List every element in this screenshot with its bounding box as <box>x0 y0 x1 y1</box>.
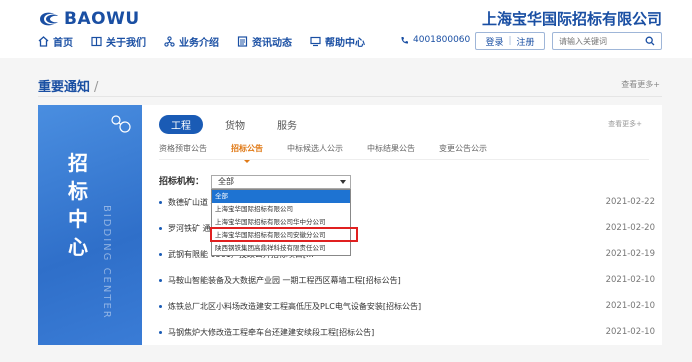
phone-number: 4001800060 <box>400 35 470 45</box>
org-select[interactable]: 全部 <box>211 175 351 189</box>
tab-engineering[interactable]: 工程 <box>159 115 203 134</box>
inner-view-more-link[interactable]: 查看更多+ <box>608 119 642 129</box>
notice-type-tabs: 资格预审公告 招标公告 中标候选人公示 中标结果公告 变更公告公示 <box>159 138 649 163</box>
phone-icon <box>401 36 408 44</box>
bidding-center-card: 招 标 中 心 BIDDING CENTER <box>38 105 142 345</box>
org-option[interactable]: 全部 <box>212 190 350 203</box>
card-char: 中 <box>68 207 88 231</box>
highlight-box <box>210 227 358 242</box>
network-icon <box>164 36 175 47</box>
subtab-changes[interactable]: 变更公告公示 <box>439 143 487 154</box>
subtab-prequalification[interactable]: 资格预审公告 <box>159 143 207 154</box>
register-link[interactable]: 注册 <box>517 35 535 48</box>
list-item[interactable]: 马钢焦炉大修改造工程牵车台还建建安续段工程[招标公告] 2021-02-10 <box>159 323 655 341</box>
notice-title[interactable]: 马鞍山智能装备及大数据产业园 一期工程西区幕墙工程[招标公告] <box>168 275 595 286</box>
card-char: 心 <box>68 235 88 259</box>
card-char: 标 <box>68 179 88 203</box>
section-title: 重要通知 / <box>38 76 98 95</box>
bullet-dot <box>159 330 162 334</box>
nav-label: 业务介绍 <box>179 38 219 49</box>
org-option[interactable]: 陕西钢铁集团高鼎祥科技有限责任公司 <box>212 242 350 255</box>
logo[interactable]: BAOWU <box>38 9 140 29</box>
notice-title[interactable]: 马钢焦炉大修改造工程牵车台还建建安续段工程[招标公告] <box>168 327 595 338</box>
subtab-tender-notice[interactable]: 招标公告 <box>231 143 263 163</box>
section-title-text: 重要通知 <box>38 80 91 95</box>
nav-about[interactable]: 关于我们 <box>91 34 146 49</box>
tab-goods[interactable]: 货物 <box>225 117 245 132</box>
card-char: 招 <box>68 151 88 175</box>
book-icon <box>91 36 102 47</box>
nav-home[interactable]: 首页 <box>38 34 73 49</box>
monitor-icon <box>310 36 321 47</box>
search-input[interactable] <box>559 36 643 46</box>
nav-business[interactable]: 业务介绍 <box>164 34 219 49</box>
auth-box: 登录 | 注册 <box>475 32 545 50</box>
org-label: 招标机构： <box>159 177 205 187</box>
home-icon <box>38 36 49 47</box>
baowu-logo-icon <box>40 12 58 26</box>
company-name: 上海宝华国际招标有限公司 <box>481 10 662 28</box>
bidding-center-icon <box>111 115 131 133</box>
login-link[interactable]: 登录 <box>485 35 503 48</box>
bullet-dot <box>159 226 162 230</box>
main-nav: 首页 关于我们 业务介绍 资讯动态 帮助中心 <box>38 34 383 49</box>
bullet-dot <box>159 278 162 282</box>
section-divider <box>38 96 662 97</box>
notice-title[interactable]: 炼铁总厂北区小料场改造建安工程高低压及PLC电气设备安装[招标公告] <box>168 301 595 312</box>
subtab-results[interactable]: 中标结果公告 <box>367 143 415 154</box>
logo-text: BAOWU <box>64 9 140 29</box>
notice-date: 2021-02-19 <box>605 249 655 259</box>
search-box <box>552 32 662 50</box>
nav-label: 帮助中心 <box>325 38 365 49</box>
notice-date: 2021-02-10 <box>605 301 655 311</box>
nav-label: 首页 <box>53 38 73 49</box>
org-select-value: 全部 <box>218 177 234 186</box>
header: BAOWU 上海宝华国际招标有限公司 首页 关于我们 业务介绍 资讯动态 帮助中… <box>0 0 692 58</box>
nav-news[interactable]: 资讯动态 <box>237 34 292 49</box>
category-tabs: 工程 货物 服务 <box>159 115 329 134</box>
notice-date: 2021-02-20 <box>605 223 655 233</box>
bullet-dot <box>159 252 162 256</box>
bullet-dot <box>159 304 162 308</box>
nav-label: 关于我们 <box>106 38 146 49</box>
bullet-dot <box>159 200 162 204</box>
subtab-candidates[interactable]: 中标候选人公示 <box>287 143 343 154</box>
phone-text: 4001800060 <box>413 35 471 45</box>
card-vertical-text: BIDDING CENTER <box>101 205 112 320</box>
list-item[interactable]: 马鞍山智能装备及大数据产业园 一期工程西区幕墙工程[招标公告] 2021-02-… <box>159 271 655 289</box>
org-dropdown-list: 全部 上海宝华国际招标有限公司 上海宝华国际招标有限公司华中分公司 上海宝华国际… <box>211 189 351 256</box>
notice-panel: 招 标 中 心 BIDDING CENTER 工程 货物 服务 查看更多+ 资格… <box>38 105 662 345</box>
chevron-down-icon <box>340 180 346 184</box>
auth-separator: | <box>508 36 512 46</box>
notice-date: 2021-02-10 <box>605 327 655 337</box>
view-more-link[interactable]: 查看更多+ <box>621 79 660 90</box>
document-icon <box>237 36 248 47</box>
nav-label: 资讯动态 <box>252 38 292 49</box>
notice-date: 2021-02-10 <box>605 275 655 285</box>
nav-help[interactable]: 帮助中心 <box>310 34 365 49</box>
tab-services[interactable]: 服务 <box>277 117 297 132</box>
org-option[interactable]: 上海宝华国际招标有限公司 <box>212 203 350 216</box>
section-slash: / <box>94 80 99 95</box>
notice-date: 2021-02-22 <box>605 197 655 207</box>
list-item[interactable]: 炼铁总厂北区小料场改造建安工程高低压及PLC电气设备安装[招标公告] 2021-… <box>159 297 655 315</box>
search-icon[interactable] <box>645 36 655 46</box>
